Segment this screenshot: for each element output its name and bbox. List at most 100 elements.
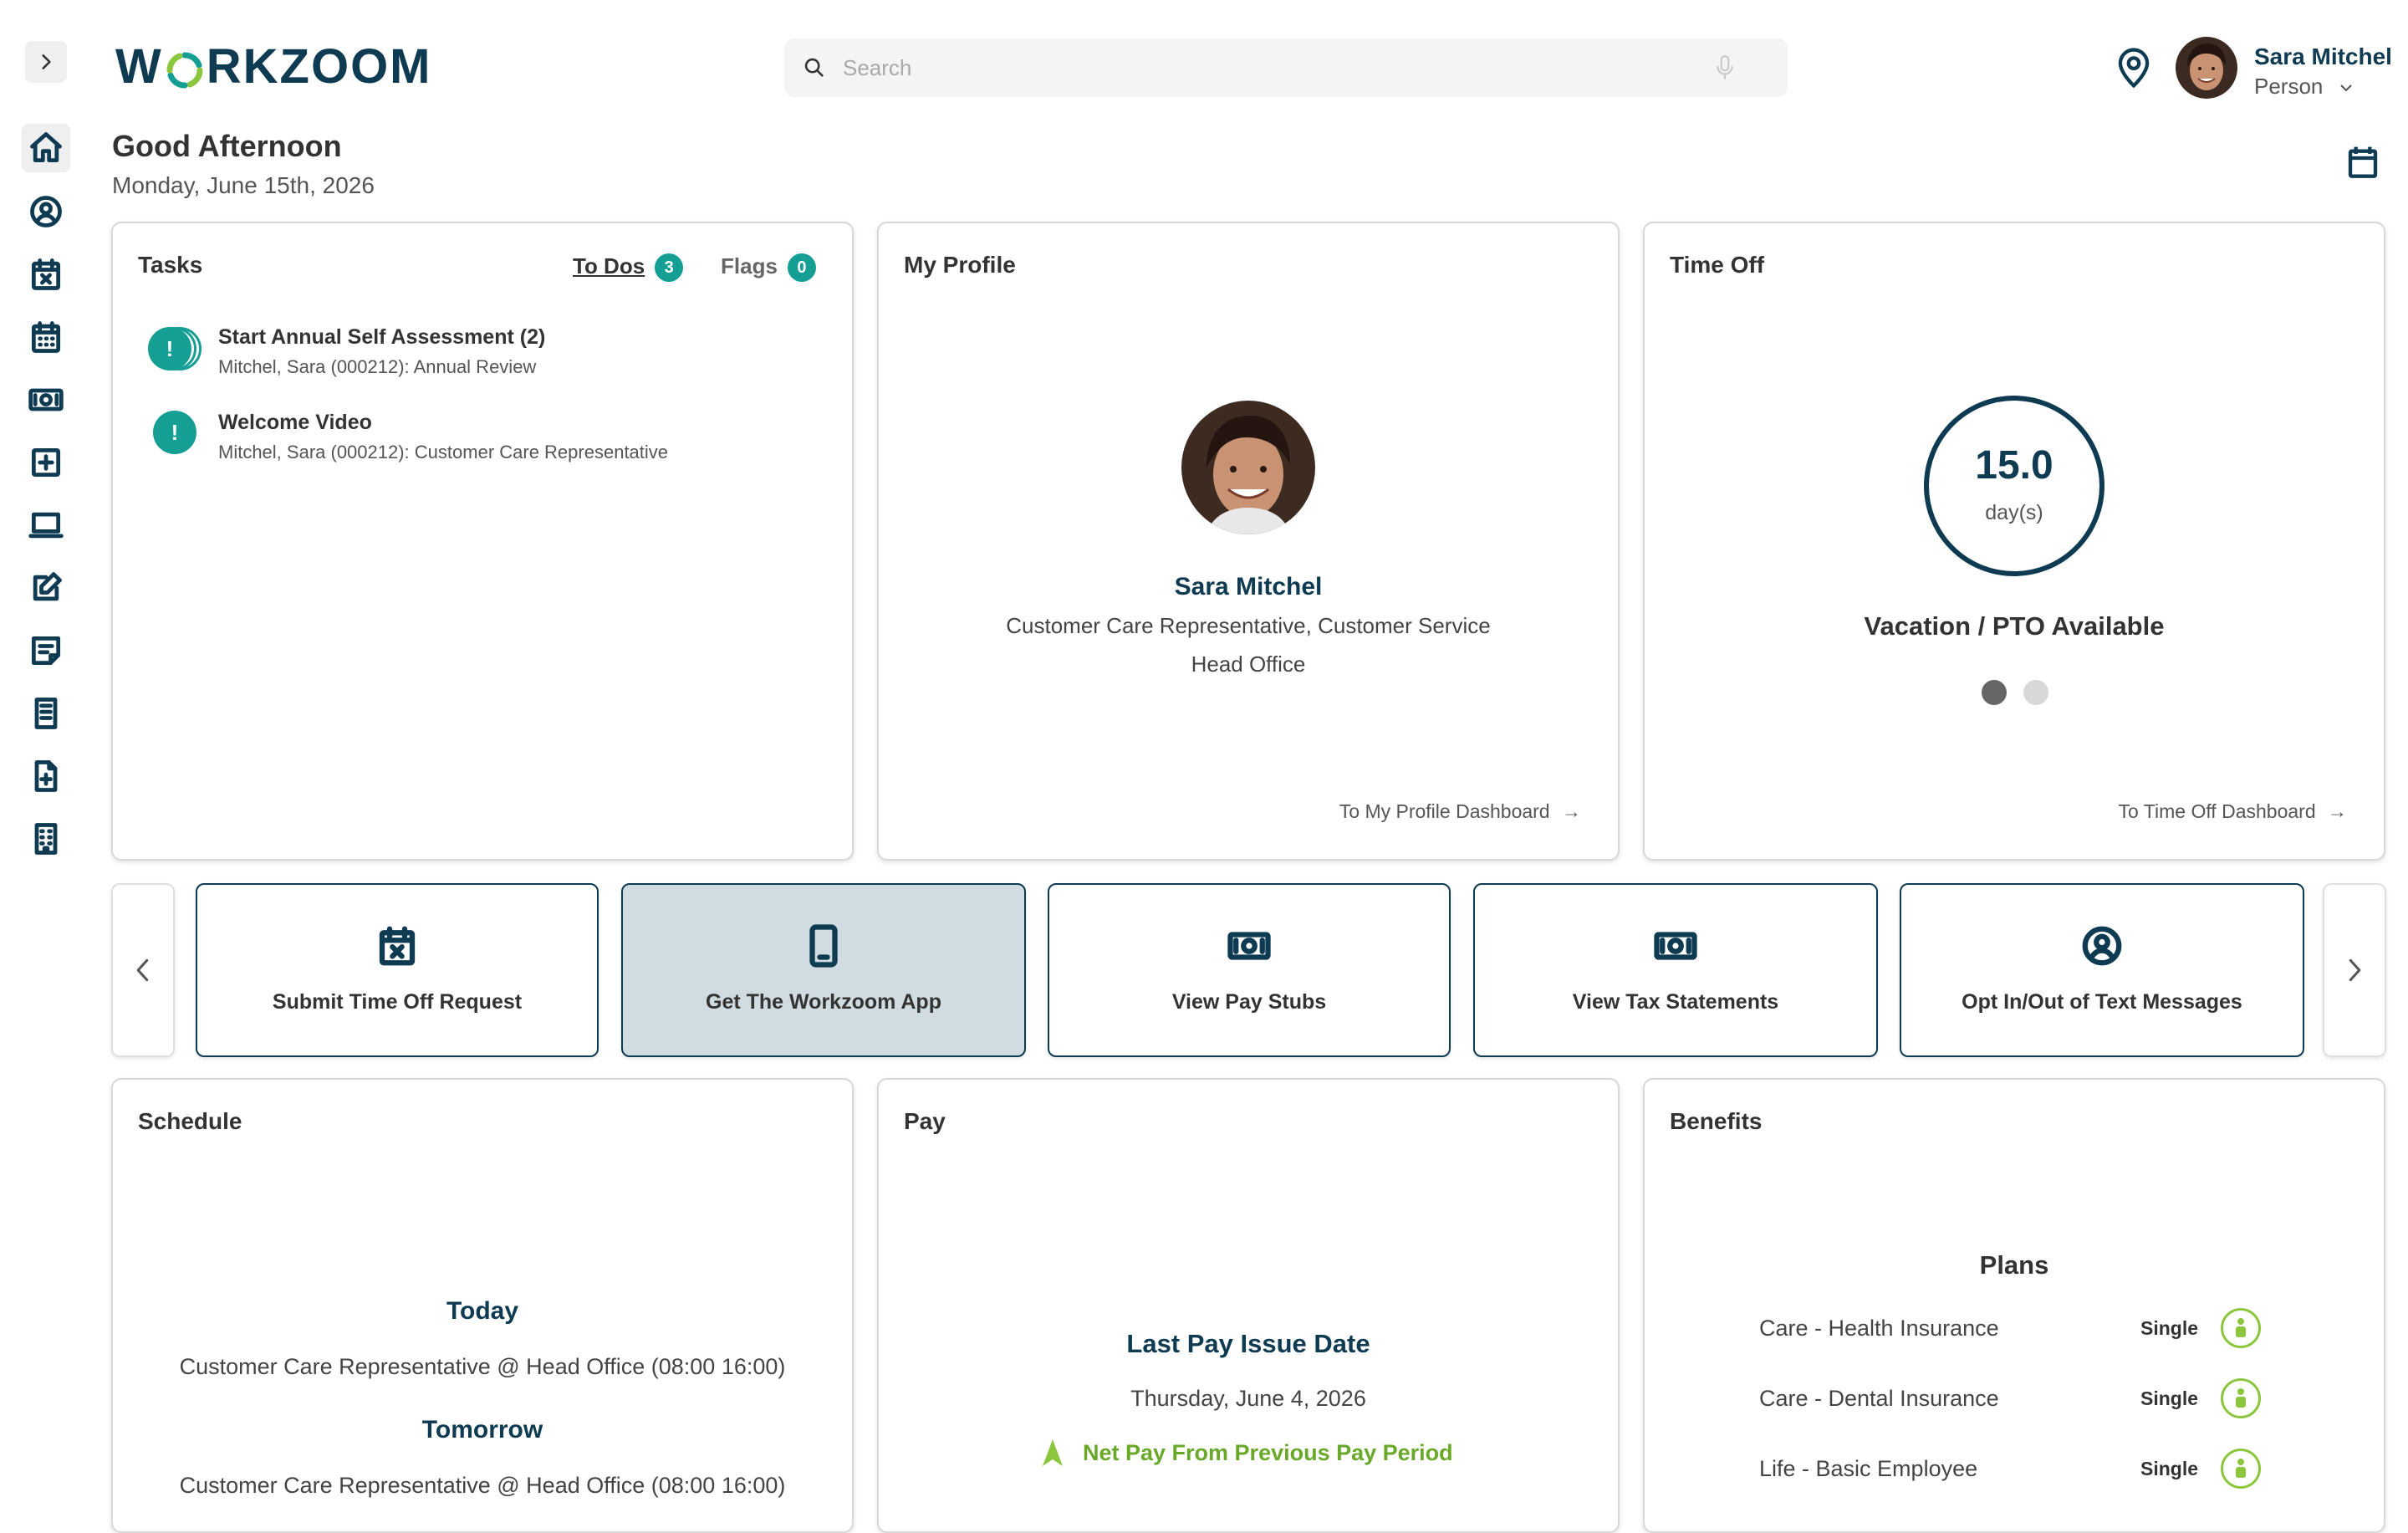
calendar-x-icon: [31, 258, 61, 290]
carousel-dot-active[interactable]: [1982, 680, 2007, 705]
schedule-today-shift: Customer Care Representative @ Head Offi…: [179, 1354, 786, 1379]
quick-links-prev-button[interactable]: [111, 883, 175, 1057]
pay-card: Pay Last Pay Issue Date Thursday, June 4…: [877, 1078, 1620, 1533]
profile-card: My Profile Sara Mitchel Customer Care Re…: [877, 222, 1620, 861]
tab-todos[interactable]: To Dos 3: [573, 253, 684, 283]
workzoom-logo[interactable]: W RKZOOM: [115, 38, 432, 94]
calendar-icon[interactable]: [2346, 144, 2380, 181]
list-item[interactable]: ! Welcome Video Mitchel, Sara (000212): …: [153, 411, 668, 463]
pay-title: Pay: [904, 1108, 946, 1134]
benefit-plan-row[interactable]: Life - Basic Employee Single: [1759, 1444, 2278, 1494]
plan-name: Life - Basic Employee: [1759, 1455, 1978, 1481]
quick-links-next-button[interactable]: [2323, 883, 2386, 1057]
profile-title: My Profile: [904, 252, 1016, 278]
time-off-title: Time Off: [1670, 252, 1765, 278]
sidebar-item-time-off[interactable]: [22, 250, 70, 299]
time-off-card: Time Off 15.0 day(s) Vacation / PTO Avai…: [1643, 222, 2385, 861]
sidebar-expand-button[interactable]: [25, 41, 67, 83]
schedule-tomorrow-shift: Customer Care Representative @ Head Offi…: [179, 1473, 786, 1498]
task-title: Welcome Video: [218, 411, 372, 434]
sidebar-item-profile[interactable]: [22, 187, 70, 236]
quick-link-label: Get The Workzoom App: [706, 990, 941, 1014]
user-role-dropdown[interactable]: Person: [2254, 74, 2354, 100]
schedule-card: Schedule Today Customer Care Representat…: [111, 1078, 854, 1533]
sidebar-item-home[interactable]: [22, 124, 70, 172]
quick-link-label: View Pay Stubs: [1171, 990, 1327, 1014]
sidebar-item-edit[interactable]: [22, 564, 70, 612]
schedule-title: Schedule: [138, 1108, 242, 1134]
logo-swirl-icon: [165, 46, 205, 89]
arrow-right-icon: →: [2328, 800, 2347, 822]
pay-heading: Last Pay Issue Date: [1126, 1329, 1370, 1358]
sidebar-item-company[interactable]: [22, 815, 70, 863]
quick-link-pay-stubs[interactable]: View Pay Stubs: [1048, 883, 1451, 1057]
person-icon: [2221, 1308, 2261, 1348]
sidebar-item-documents[interactable]: [22, 752, 70, 800]
sidebar-item-notes[interactable]: [22, 626, 70, 675]
greeting-title: Good Afternoon: [112, 129, 342, 163]
laptop-icon: [28, 512, 64, 539]
task-subtitle: Mitchel, Sara (000212): Customer Care Re…: [218, 442, 669, 462]
plan-coverage: Single: [2140, 1387, 2199, 1409]
benefit-plan-row[interactable]: Care - Health Insurance Single: [1759, 1303, 2278, 1353]
user-name[interactable]: Sara Mitchel: [2254, 43, 2392, 70]
chevron-right-icon: [42, 54, 51, 69]
list-icon: [34, 698, 58, 729]
time-off-dashboard-link-label: To Time Off Dashboard: [2118, 800, 2316, 822]
quick-link-tax-statements[interactable]: View Tax Statements: [1473, 883, 1878, 1057]
time-off-unit: day(s): [1985, 501, 2043, 524]
logo-text-start: W: [115, 38, 163, 94]
quick-link-label: Opt In/Out of Text Messages: [1962, 990, 2242, 1014]
arrow-up-icon: [1043, 1439, 1063, 1466]
location-pin-icon[interactable]: [2115, 47, 2152, 89]
task-title: Start Annual Self Assessment (2): [218, 325, 546, 349]
plan-coverage: Single: [2140, 1316, 2199, 1339]
home-icon: [30, 132, 62, 163]
plus-square-icon: [31, 447, 61, 478]
search-input[interactable]: [841, 54, 1714, 82]
pay-date: Thursday, June 4, 2026: [1130, 1386, 1366, 1411]
benefit-plan-row[interactable]: Care - Dental Insurance Single: [1759, 1373, 2278, 1423]
schedule-today-label: Today: [446, 1297, 519, 1325]
sidebar-item-list[interactable]: [22, 689, 70, 738]
quick-link-submit-time-off[interactable]: Submit Time Off Request: [196, 883, 599, 1057]
sidebar-item-learning[interactable]: [22, 501, 70, 549]
note-icon: [31, 636, 61, 666]
file-plus-icon: [34, 760, 58, 792]
stacked-alert-icon: !: [148, 325, 207, 372]
profile-position: Customer Care Representative, Customer S…: [1006, 613, 1491, 638]
user-avatar[interactable]: [2176, 37, 2237, 99]
profile-dashboard-link-label: To My Profile Dashboard: [1339, 800, 1550, 822]
sidebar-item-schedule[interactable]: [22, 313, 70, 361]
flags-label: Flags: [721, 253, 778, 278]
sidebar-item-benefits[interactable]: [22, 438, 70, 487]
quick-link-text-messages[interactable]: Opt In/Out of Text Messages: [1900, 883, 2304, 1057]
time-off-dashboard-link[interactable]: To Time Off Dashboard →: [2119, 800, 2347, 823]
search-icon: [804, 58, 824, 77]
current-date: Monday, June 15th, 2026: [112, 172, 375, 198]
chevron-left-icon: [136, 958, 149, 982]
carousel-dot[interactable]: [2023, 680, 2048, 705]
profile-dashboard-link[interactable]: To My Profile Dashboard →: [1339, 800, 1581, 823]
tab-flags[interactable]: Flags 0: [721, 253, 816, 283]
tasks-title: Tasks: [138, 252, 203, 278]
user-role: Person: [2254, 74, 2324, 99]
quick-link-label: Submit Time Off Request: [272, 990, 523, 1014]
quick-link-get-app[interactable]: Get The Workzoom App: [621, 883, 1026, 1057]
logo-text-end: RKZOOM: [206, 38, 432, 94]
microphone-icon[interactable]: [1714, 54, 1736, 81]
money-icon: [1227, 932, 1271, 960]
benefits-plans-heading: Plans: [1979, 1250, 2049, 1280]
net-pay-label: Net Pay From Previous Pay Period: [1083, 1439, 1453, 1465]
alert-icon: !: [153, 411, 196, 454]
sidebar-item-pay[interactable]: [22, 376, 70, 424]
chevron-down-icon: [2339, 84, 2352, 92]
search-bar[interactable]: [784, 38, 1788, 97]
plan-coverage: Single: [2140, 1457, 2199, 1479]
profile-location: Head Office: [1191, 652, 1306, 677]
list-item[interactable]: ! Start Annual Self Assessment (2) Mitch…: [148, 325, 545, 378]
phone-icon: [809, 924, 838, 968]
chevron-right-icon: [2349, 958, 2361, 982]
plan-name: Care - Dental Insurance: [1759, 1385, 1999, 1411]
user-circle-icon: [30, 196, 62, 227]
